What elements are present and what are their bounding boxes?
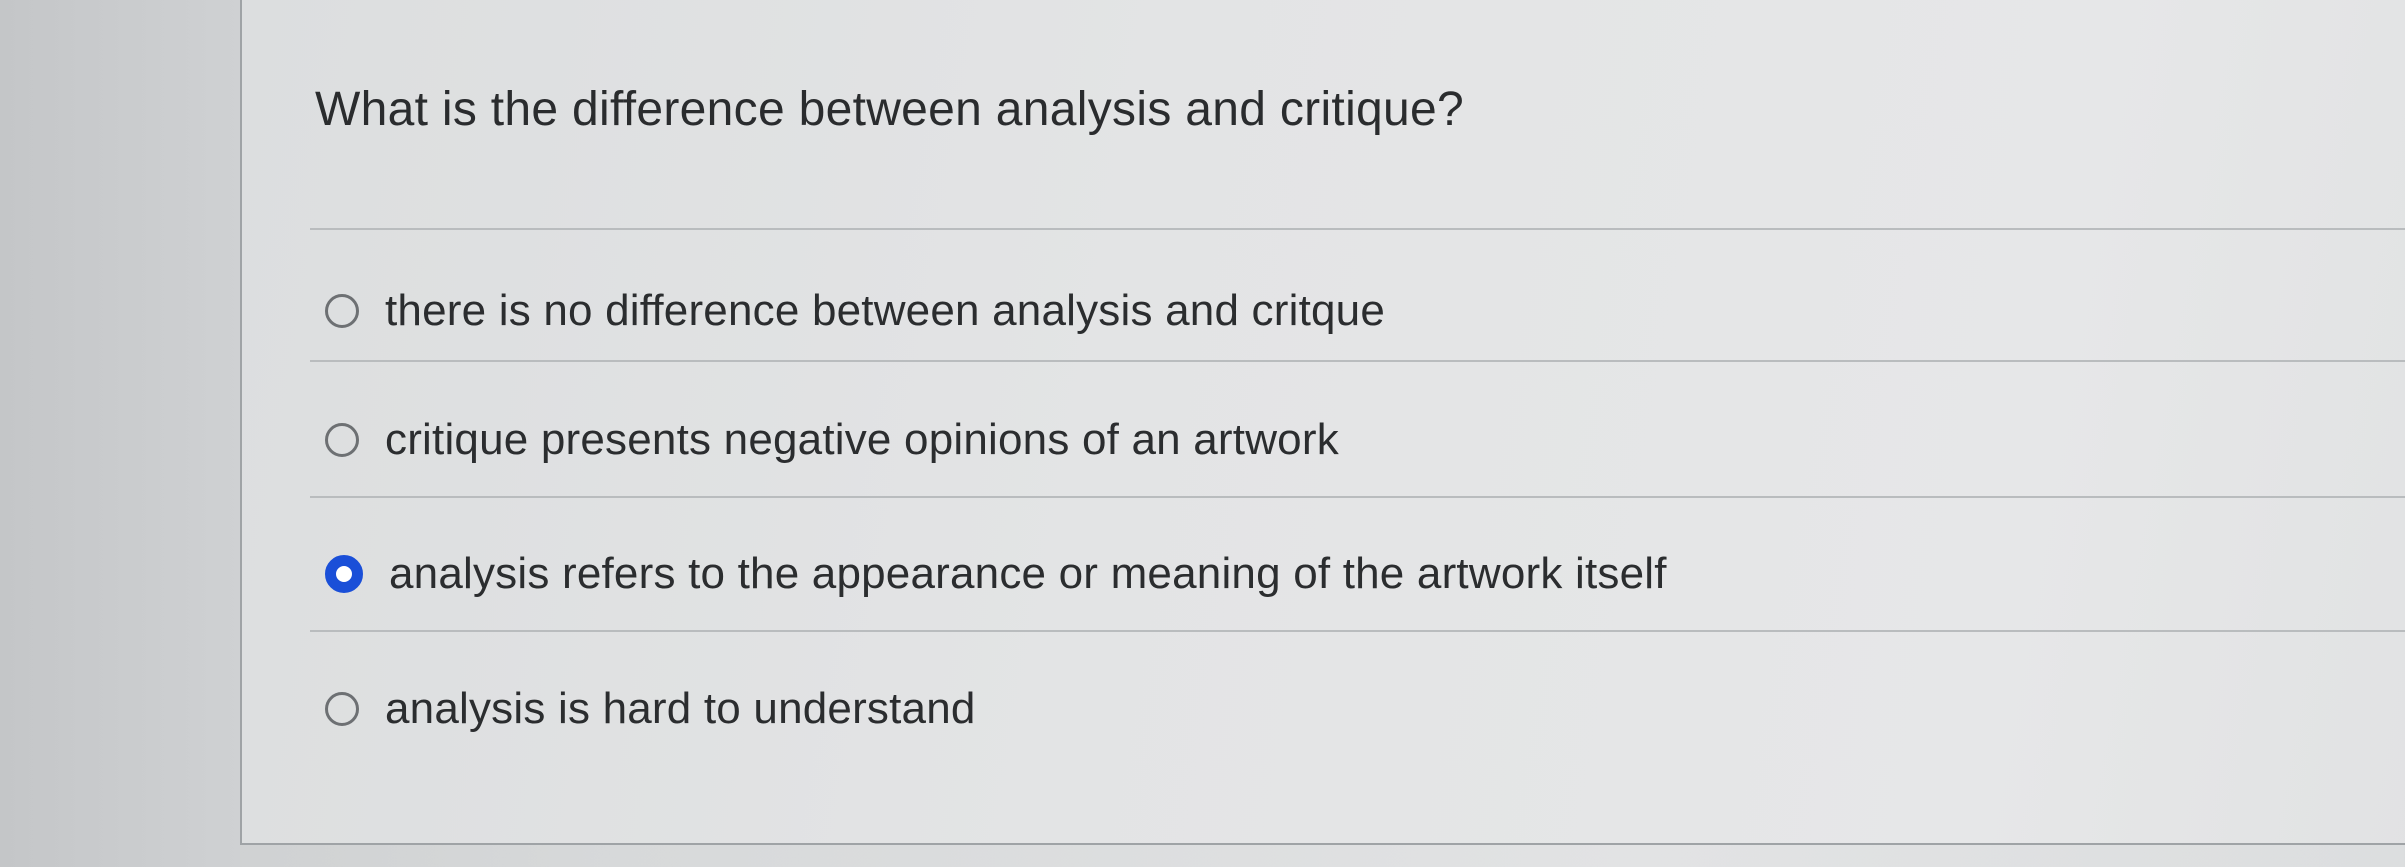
answer-option-4[interactable]: analysis is hard to understand [325, 684, 976, 734]
radio-button-3-selected[interactable] [325, 555, 363, 593]
answer-option-label-1[interactable]: there is no difference between analysis … [385, 286, 1385, 336]
answer-option-3[interactable]: analysis refers to the appearance or mea… [325, 549, 1667, 599]
answer-option-label-3[interactable]: analysis refers to the appearance or mea… [389, 549, 1667, 599]
divider [310, 496, 2405, 498]
divider [310, 228, 2405, 230]
answer-option-1[interactable]: there is no difference between analysis … [325, 286, 1385, 336]
answer-option-label-4[interactable]: analysis is hard to understand [385, 684, 976, 734]
radio-button-1[interactable] [325, 294, 359, 328]
answer-option-2[interactable]: critique presents negative opinions of a… [325, 415, 1339, 465]
page-left-margin [0, 0, 240, 867]
divider [310, 360, 2405, 362]
question-text: What is the difference between analysis … [315, 83, 1465, 136]
divider [310, 630, 2405, 632]
radio-button-2[interactable] [325, 423, 359, 457]
answer-option-label-2[interactable]: critique presents negative opinions of a… [385, 415, 1339, 465]
radio-button-4[interactable] [325, 692, 359, 726]
